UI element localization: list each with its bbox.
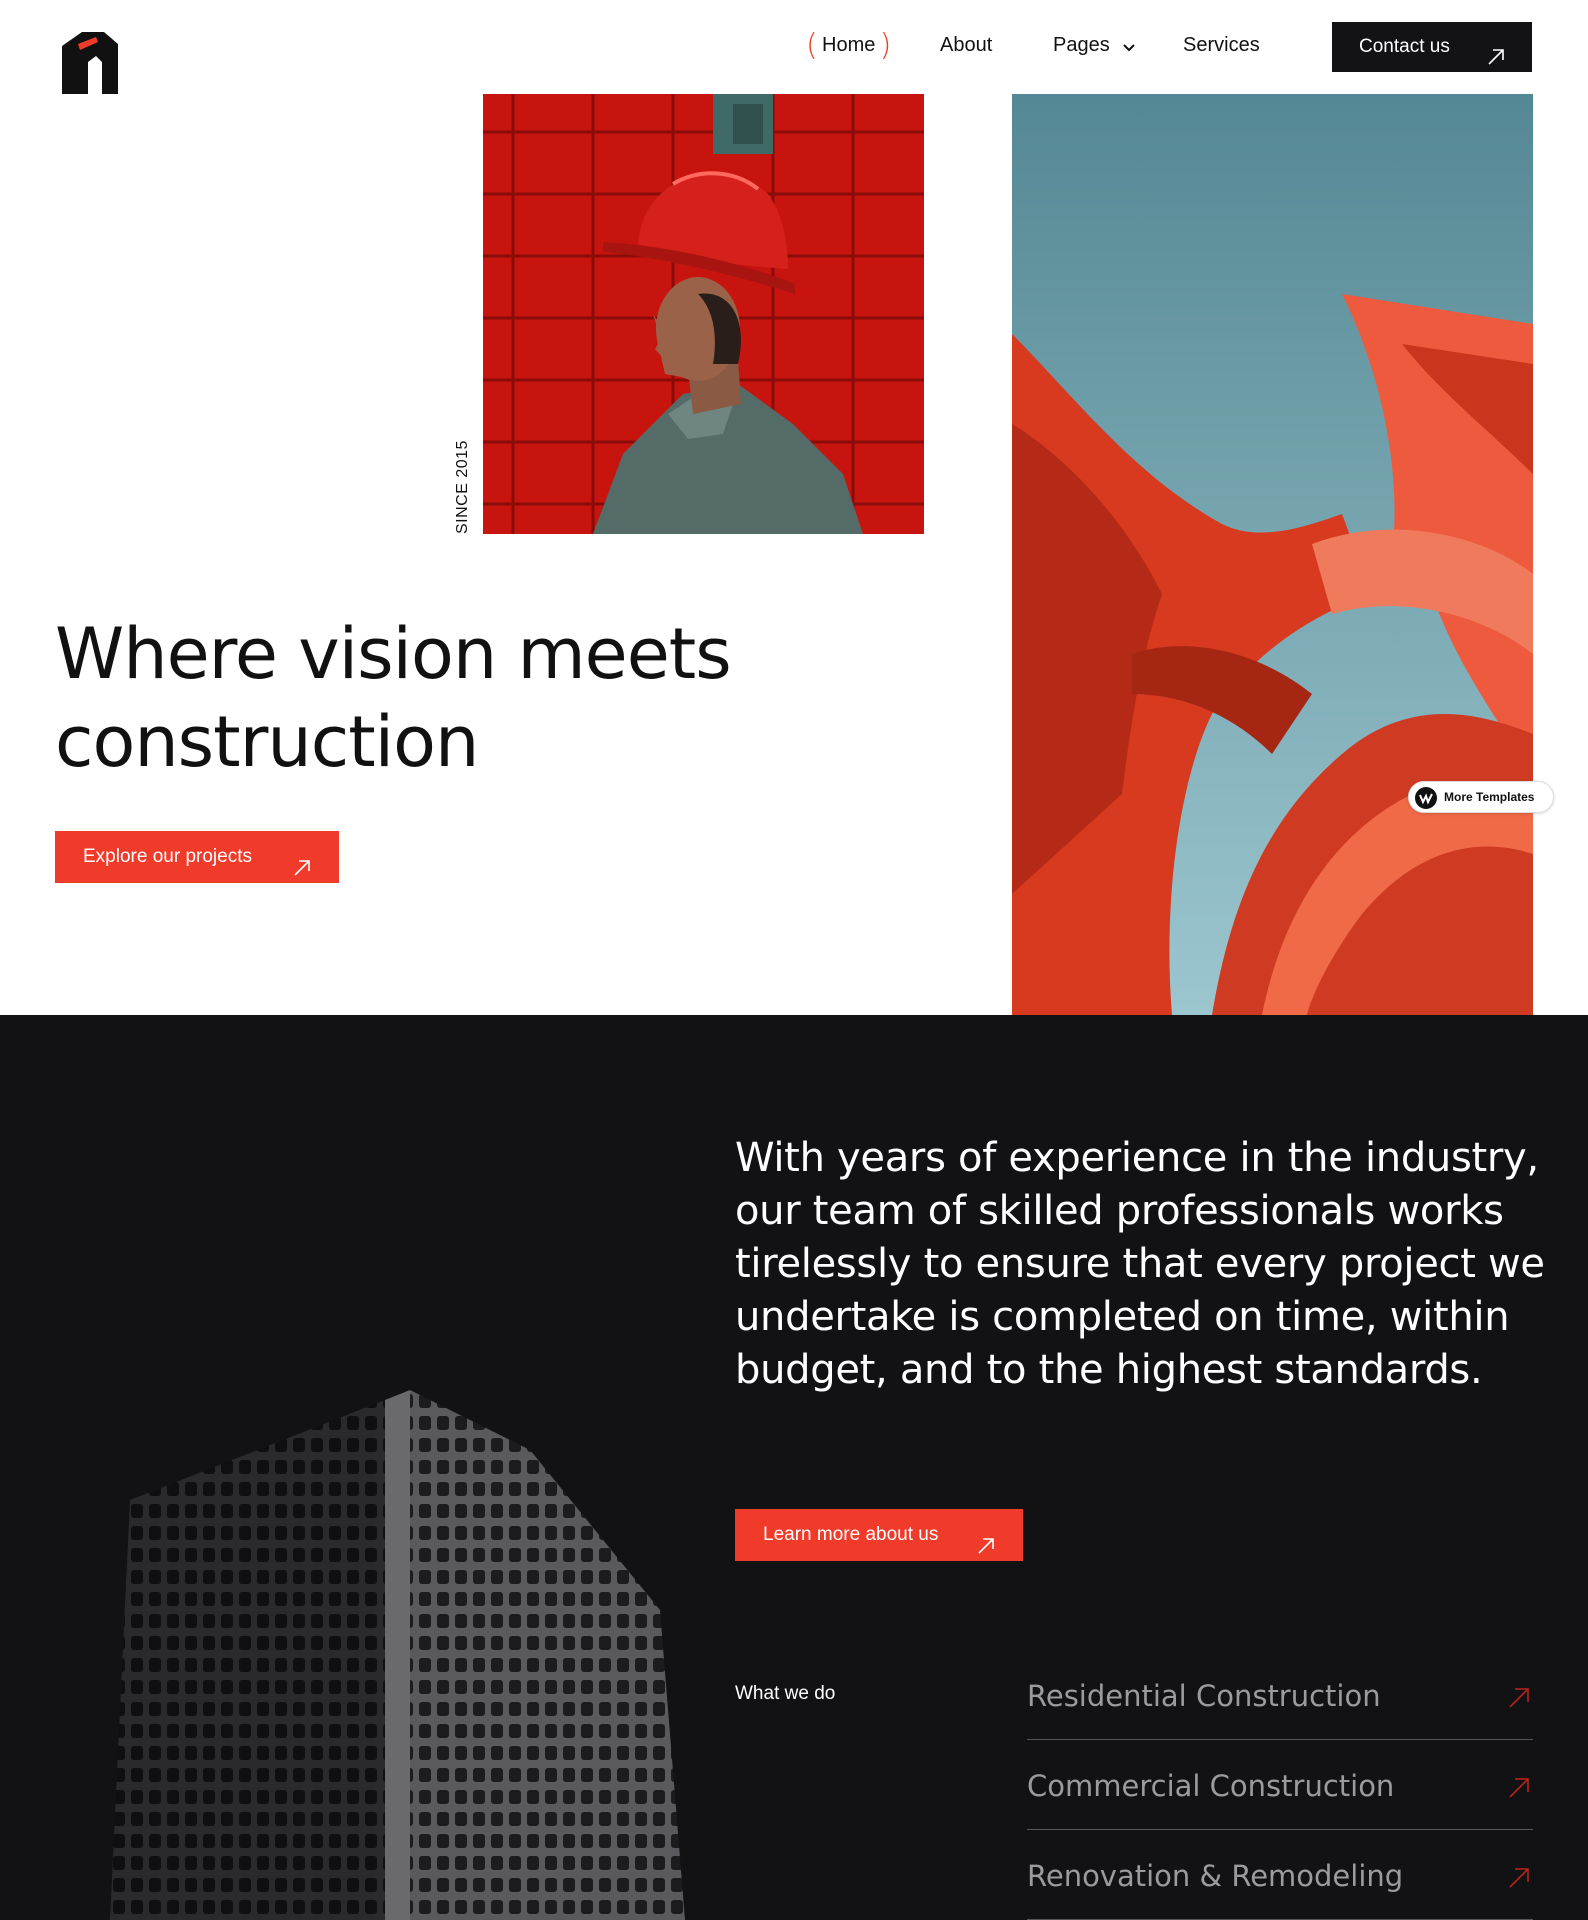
nav-home-label: Home: [822, 34, 876, 56]
more-templates-badge[interactable]: More Templates: [1408, 781, 1554, 813]
contact-us-button[interactable]: Contact us: [1332, 22, 1532, 72]
services-list: Residential Construction Commercial Cons…: [1027, 1650, 1533, 1920]
nav-home[interactable]: ( Home ): [806, 22, 891, 72]
service-item-commercial[interactable]: Commercial Construction: [1027, 1740, 1533, 1830]
contact-us-label: Contact us: [1359, 36, 1450, 57]
skyscraper-image: [110, 1390, 690, 1920]
hero-title-line2: construction: [55, 701, 479, 783]
arrow-up-right-icon: [1507, 1776, 1531, 1800]
about-paragraph: With years of experience in the industry…: [735, 1135, 1545, 1393]
chevron-down-icon: [1123, 23, 1135, 69]
service-label: Commercial Construction: [1027, 1769, 1395, 1803]
arrow-up-right-icon: [976, 1525, 996, 1554]
red-sculpture-image: [1012, 94, 1533, 1015]
service-item-residential[interactable]: Residential Construction: [1027, 1650, 1533, 1740]
webflow-logo-icon: [1415, 787, 1437, 809]
arrow-up-right-icon: [1507, 1866, 1531, 1890]
more-templates-label: More Templates: [1444, 790, 1535, 804]
bracket-right-icon: ): [879, 28, 892, 63]
nav-pages-dropdown[interactable]: Pages: [1053, 22, 1135, 72]
arrow-up-right-icon: [292, 847, 312, 876]
hero-title-line1: Where vision meets: [55, 613, 732, 695]
learn-more-label: Learn more about us: [763, 1524, 939, 1545]
hero-section: ( Home ) About Pages Services Contact us: [0, 0, 1588, 1015]
service-label: Residential Construction: [1027, 1679, 1381, 1713]
explore-projects-label: Explore our projects: [83, 846, 252, 867]
arrow-up-right-icon: [1486, 37, 1506, 65]
nav-pages-label: Pages: [1053, 34, 1110, 56]
what-we-do-label: What we do: [735, 1683, 836, 1704]
service-item-renovation[interactable]: Renovation & Remodeling: [1027, 1830, 1533, 1920]
arrow-up-right-icon: [1507, 1686, 1531, 1710]
nav-services[interactable]: Services: [1183, 22, 1260, 72]
worker-hardhat-image: [483, 94, 924, 534]
since-label: SINCE 2015: [454, 440, 471, 534]
nav-about[interactable]: About: [940, 22, 992, 72]
bracket-left-icon: (: [806, 28, 818, 63]
explore-projects-button[interactable]: Explore our projects: [55, 831, 339, 883]
hero-title: Where vision meets construction: [55, 610, 855, 786]
service-label: Renovation & Remodeling: [1027, 1859, 1404, 1893]
learn-more-button[interactable]: Learn more about us: [735, 1509, 1023, 1561]
